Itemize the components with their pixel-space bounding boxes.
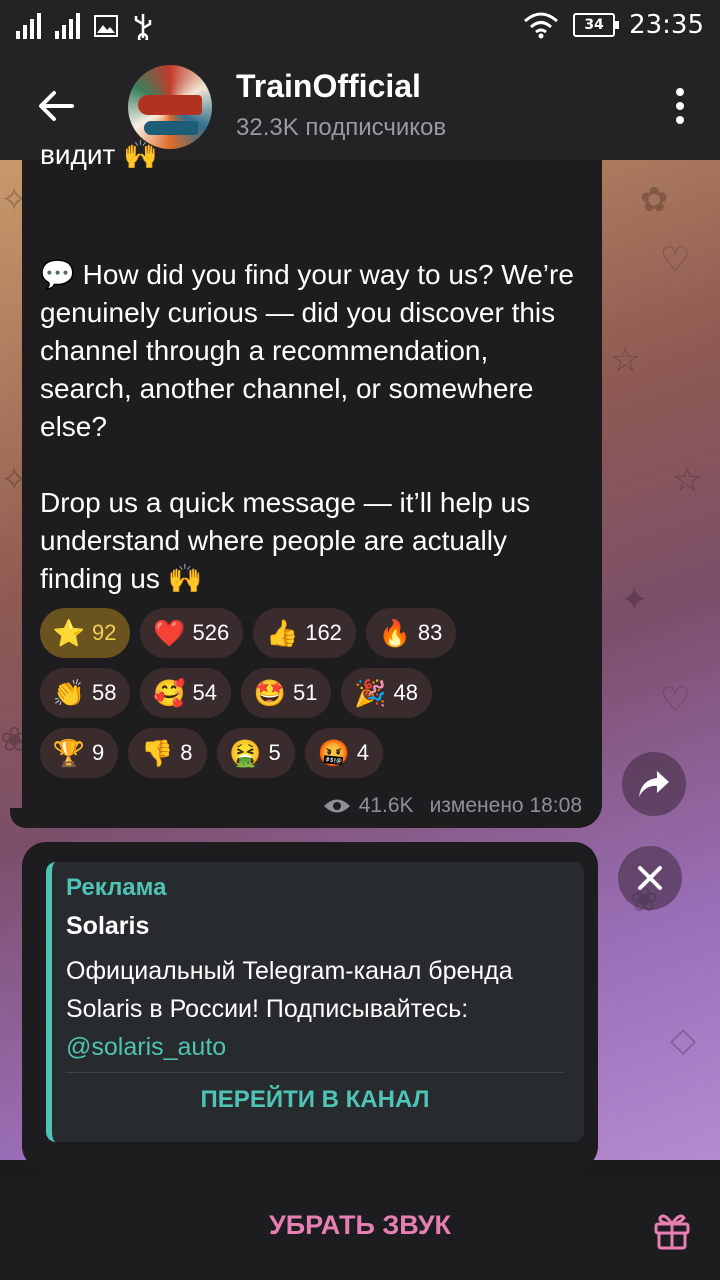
reaction-chip[interactable]: 🔥 83 (365, 608, 457, 658)
wifi-icon (524, 12, 559, 39)
close-icon (638, 866, 662, 890)
reaction-chip[interactable]: 🎉 48 (341, 668, 432, 718)
more-menu-icon[interactable] (674, 88, 686, 128)
status-bar: 34 23:35 (0, 0, 720, 54)
share-arrow-icon (639, 771, 669, 797)
reaction-chip[interactable]: 👏 58 (40, 668, 131, 718)
leaf-doodle: ✿ (640, 180, 669, 220)
reaction-count: 48 (393, 680, 418, 705)
mute-button[interactable]: УБРАТЬ ЗВУК (0, 1210, 720, 1241)
reaction-chip[interactable]: 🥰 54 (140, 668, 231, 718)
message-bubble[interactable]: видит 🙌 💬 How did you find your way to u… (22, 139, 602, 828)
reaction-count: 58 (92, 680, 117, 705)
share-button[interactable] (622, 752, 686, 816)
reaction-emoji-icon: 🤬 (317, 737, 350, 768)
star-doodle: ☆ (672, 460, 703, 500)
image-icon (94, 15, 118, 37)
reactions-row: 👏 58 🥰 54 🤩 51 🎉 48 (40, 668, 600, 718)
edited-time: изменено 18:08 (429, 794, 582, 817)
reaction-chip[interactable]: 🏆 9 (40, 728, 119, 778)
back-arrow-icon[interactable] (34, 84, 78, 128)
go-to-channel-button[interactable]: ПЕРЕЙТИ В КАНАЛ (52, 1086, 578, 1114)
channel-avatar[interactable] (128, 65, 212, 149)
reaction-emoji-icon: 👏 (52, 677, 86, 708)
channel-title[interactable]: TrainOfficial (236, 68, 421, 105)
reaction-count: 51 (292, 680, 318, 705)
reaction-chip[interactable]: 👎 8 (128, 728, 207, 778)
usb-icon (134, 14, 152, 40)
signal-icon (55, 13, 80, 39)
subscriber-count: 32.3K подписчиков (236, 114, 447, 141)
gem-doodle: ◇ (670, 1020, 697, 1060)
message-meta: 41.6K изменено 18:08 (323, 794, 582, 818)
reaction-count: 8 (180, 740, 193, 765)
reaction-emoji-icon: ⭐ (52, 617, 86, 648)
reaction-chip[interactable]: 👍 162 (253, 608, 356, 658)
divider (66, 1072, 564, 1073)
star-doodle: ☆ (610, 340, 641, 380)
gift-icon[interactable] (652, 1210, 692, 1250)
ad-card[interactable]: Реклама Solaris Официальный Telegram-кан… (46, 862, 584, 1142)
reaction-chip[interactable]: 🤩 51 (240, 668, 332, 718)
reaction-chip[interactable]: 🤬 4 (304, 728, 383, 778)
reaction-emoji-icon: 🔥 (378, 617, 412, 648)
reaction-emoji-icon: ❤️ (153, 617, 186, 648)
reaction-emoji-icon: 🤩 (253, 677, 287, 708)
reaction-count: 54 (192, 680, 217, 705)
signal-icon (16, 13, 41, 39)
message-text: 💬 How did you find your way to us? We’re… (40, 259, 574, 594)
reaction-count: 4 (356, 740, 369, 765)
reaction-emoji-icon: 🤮 (229, 737, 262, 768)
views-eye-icon (323, 799, 350, 813)
close-ad-button[interactable] (618, 846, 682, 910)
bottom-bar: УБРАТЬ ЗВУК (0, 1180, 720, 1280)
reaction-count: 92 (92, 620, 117, 645)
reaction-emoji-icon: 🎉 (354, 677, 387, 708)
reactions-row: 🏆 9 👎 8 🤮 5 🤬 4 (40, 728, 600, 778)
ad-title: Solaris (66, 912, 150, 940)
reaction-emoji-icon: 👍 (266, 617, 299, 648)
heart-doodle: ♡ (660, 680, 691, 720)
reaction-chip[interactable]: 🤮 5 (216, 728, 295, 778)
battery-icon: 34 (573, 13, 620, 37)
reaction-count: 9 (92, 740, 105, 765)
ad-body-text: Официальный Telegram-канал бренда Solari… (66, 957, 513, 1023)
heart-doodle: ♡ (660, 240, 691, 280)
reaction-emoji-icon: 🏆 (52, 737, 86, 768)
reaction-chip[interactable]: ⭐ 92 (40, 608, 131, 658)
message-text-cut: видит 🙌 (40, 139, 158, 170)
reaction-emoji-icon: 🥰 (153, 677, 186, 708)
reaction-emoji-icon: 👎 (141, 737, 174, 768)
sponsored-message[interactable]: Реклама Solaris Официальный Telegram-кан… (22, 842, 598, 1170)
reaction-count: 526 (192, 620, 230, 645)
ad-channel-link[interactable]: @solaris_auto (66, 1033, 226, 1061)
reaction-count: 83 (417, 620, 443, 645)
reactions: ⭐ 92 ❤️ 526 👍 162 🔥 83 👏 58 🥰 54 🤩 51 🎉 48 🏆 9 👎 8 🤮 5 🤬 4 (40, 608, 600, 788)
view-count: 41.6K (358, 794, 414, 817)
sparkle-doodle: ✦ (620, 580, 649, 620)
reaction-count: 162 (305, 620, 342, 645)
reaction-count: 5 (268, 740, 281, 765)
reactions-row: ⭐ 92 ❤️ 526 👍 162 🔥 83 (40, 608, 600, 658)
clock: 23:35 (629, 10, 704, 40)
ad-label: Реклама (66, 874, 167, 901)
ad-body: Официальный Telegram-канал бренда Solari… (66, 952, 566, 1066)
reaction-chip[interactable]: ❤️ 526 (140, 608, 244, 658)
